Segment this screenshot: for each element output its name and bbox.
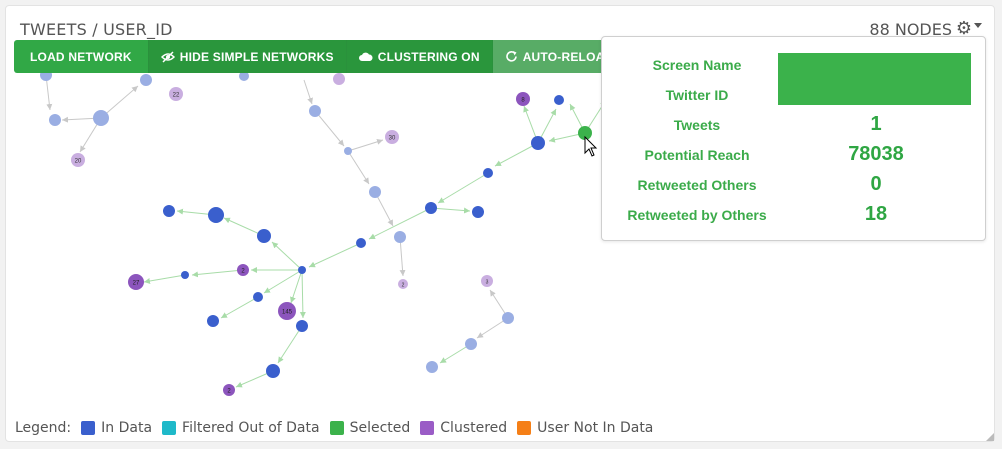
eye-slash-icon (160, 50, 175, 63)
graph-node (181, 271, 189, 279)
cluster-node: 2 (398, 279, 408, 289)
graph-node (140, 74, 152, 86)
cluster-label: 2 (402, 283, 405, 289)
graph-node (266, 364, 280, 378)
graph-node (369, 186, 381, 198)
node-info-tooltip: Screen Name Twitter ID Tweets 1 Potentia… (601, 36, 986, 241)
graph-edge (271, 241, 303, 271)
hide-simple-networks-button[interactable]: HIDE SIMPLE NETWORKS (148, 40, 347, 73)
graph-node (483, 168, 493, 178)
tooltip-row: Retweeted Others 0 (602, 171, 987, 201)
cluster-node: 3 (481, 275, 493, 287)
graph-node (296, 320, 308, 332)
graph-edge (263, 269, 303, 294)
cluster-label: 145 (282, 310, 293, 316)
load-network-label: LOAD NETWORK (30, 49, 132, 64)
cluster-label: 3 (486, 280, 489, 286)
graph-node (163, 205, 175, 217)
tweets-value: 1 (870, 113, 882, 135)
legend-label: Selected (349, 420, 411, 436)
tooltip-row: Potential Reach 78038 (602, 141, 987, 171)
retweeted-others-label: Retweeted Others (637, 177, 757, 193)
graph-node (309, 105, 321, 117)
graph-edge (437, 172, 489, 204)
toolbar: LOAD NETWORK HIDE SIMPLE NETWORKS CLUSTE… (14, 40, 649, 73)
tooltip-row: Retweeted by Others 18 (602, 201, 987, 231)
mouse-cursor-icon (584, 136, 598, 157)
cloud-icon (358, 52, 373, 62)
cluster-node: 8 (516, 92, 530, 106)
refresh-icon (505, 50, 518, 63)
legend-swatch-filtered (162, 421, 177, 435)
graph-edge (303, 79, 313, 105)
cluster-node: 2 (223, 384, 235, 396)
legend-swatch-in-data (81, 421, 96, 435)
graph-edge (347, 138, 384, 152)
legend-label: User Not In Data (537, 420, 654, 436)
cluster-label: 20 (75, 159, 82, 165)
cluster-node: 2 (237, 264, 249, 276)
graph-node (502, 312, 514, 324)
graph-edge (277, 325, 303, 364)
potential-reach-label: Potential Reach (644, 147, 750, 163)
graph-node (426, 361, 438, 373)
tooltip-row: Screen Name (602, 51, 987, 81)
legend-label: In Data (101, 420, 153, 436)
graph-node (356, 238, 366, 248)
graph-node (207, 315, 219, 327)
tooltip-row: Tweets 1 (602, 111, 987, 141)
graph-node (531, 136, 545, 150)
legend-label: Filtered Out of Data (182, 420, 320, 436)
graph-edge (347, 150, 370, 185)
hide-simple-networks-label: HIDE SIMPLE NETWORKS (179, 49, 334, 64)
graph-node (257, 229, 271, 243)
graph-edge (143, 274, 186, 284)
graph-edge (191, 269, 244, 278)
retweeted-by-others-label: Retweeted by Others (627, 207, 767, 223)
graph-edge (315, 111, 345, 147)
cluster-node: 27 (128, 274, 144, 290)
graph-edge (308, 242, 362, 268)
cluster-label: 30 (389, 136, 396, 142)
graph-node (253, 292, 263, 302)
tooltip-row: Twitter ID (602, 81, 987, 111)
legend-swatch-clustered (420, 421, 435, 435)
graph-node (49, 114, 61, 126)
legend: Legend: In Data Filtered Out of Data Sel… (15, 420, 653, 436)
tweets-label: Tweets (673, 117, 721, 133)
legend-prefix: Legend: (15, 420, 72, 436)
cluster-label: 27 (133, 281, 140, 287)
cluster-label: 22 (173, 93, 180, 99)
graph-node (465, 338, 477, 350)
potential-reach-value: 78038 (848, 143, 904, 165)
graph-node (425, 202, 437, 214)
cluster-node: 22 (169, 87, 183, 101)
graph-node (394, 231, 406, 243)
screen-name-label: Screen Name (652, 57, 742, 73)
legend-swatch-not-in-data (517, 421, 532, 435)
resize-handle[interactable] (986, 433, 994, 441)
retweeted-by-others-value: 18 (864, 203, 888, 225)
graph-node (472, 206, 484, 218)
clustering-button[interactable]: CLUSTERING ON (346, 40, 493, 73)
load-network-button[interactable]: LOAD NETWORK (14, 40, 149, 73)
graph-node (333, 73, 345, 85)
graph-node (208, 207, 224, 223)
retweeted-others-value: 0 (870, 173, 882, 195)
graph-edge (290, 269, 303, 304)
cluster-node: 20 (71, 153, 85, 167)
graph-node (554, 95, 564, 105)
twitter-id-label: Twitter ID (665, 87, 729, 103)
graph-edge (494, 142, 539, 167)
graph-node (93, 110, 109, 126)
graph-node (344, 147, 352, 155)
cluster-node: 30 (385, 130, 399, 144)
graph-edge (220, 296, 259, 319)
legend-swatch-selected (329, 421, 344, 435)
clustering-label: CLUSTERING ON (377, 49, 480, 64)
graph-node (298, 266, 306, 274)
legend-label: Clustered (440, 420, 508, 436)
cluster-node: 145 (278, 302, 296, 320)
graph-edge (299, 269, 306, 319)
